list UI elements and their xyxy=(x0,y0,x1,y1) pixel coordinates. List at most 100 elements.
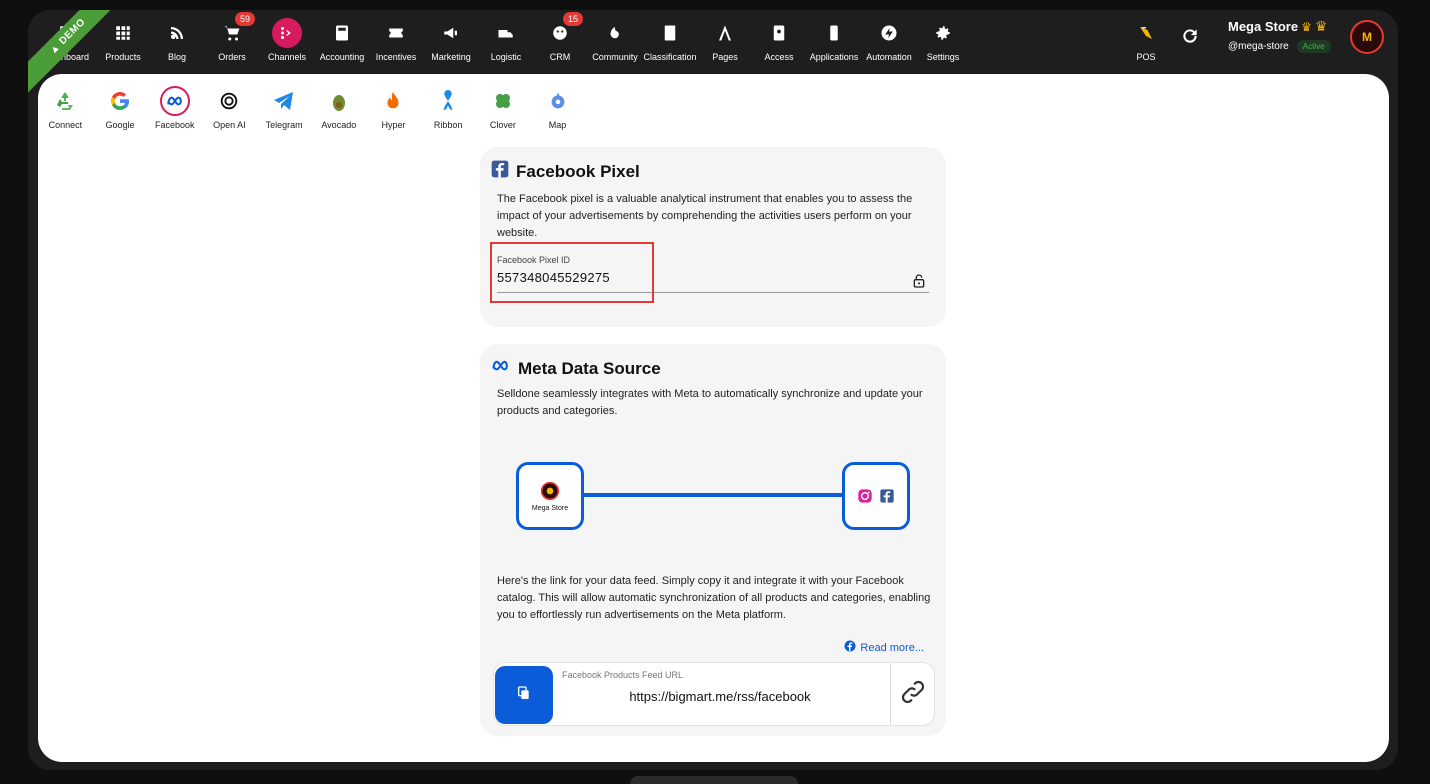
nav-label: Products xyxy=(105,52,141,62)
pixel-title-text: Facebook Pixel xyxy=(516,161,640,181)
avocado-icon xyxy=(324,86,354,116)
gear-icon xyxy=(928,18,958,48)
meta-title-text: Meta Data Source xyxy=(518,358,661,378)
channels-subnav: Connect Google Facebook Open AI Telegram… xyxy=(38,86,585,140)
crown-icon: ♛ xyxy=(1314,18,1328,34)
avatar[interactable]: M xyxy=(1350,20,1384,54)
main-content: Connect Google Facebook Open AI Telegram… xyxy=(38,74,1389,762)
nav-label: Applications xyxy=(809,52,859,62)
nav-access[interactable]: Access xyxy=(748,18,810,62)
feed-url-field[interactable]: Facebook Products Feed URL https://bigma… xyxy=(493,662,935,726)
nav-label: Marketing xyxy=(431,52,471,62)
pixel-id-field[interactable]: Facebook Pixel ID 557348045529275 xyxy=(497,255,929,293)
nav-pos[interactable]: POS xyxy=(1115,18,1177,62)
read-more-link[interactable]: Read more... xyxy=(844,640,924,655)
instagram-icon xyxy=(858,489,872,503)
meta-node xyxy=(842,462,910,530)
truck-icon xyxy=(491,18,521,48)
bottom-hint xyxy=(630,776,798,784)
nav-label: Pages xyxy=(712,52,738,62)
calculator-icon xyxy=(327,18,357,48)
pixel-id-value[interactable]: 557348045529275 xyxy=(497,270,929,285)
facebook-square-icon xyxy=(490,159,510,184)
megaphone-icon xyxy=(436,18,466,48)
store-info[interactable]: Mega Store ♛ ♛ @mega-store Active xyxy=(1228,18,1331,53)
channels-icon xyxy=(272,18,302,48)
feed-url-value[interactable]: https://bigmart.me/rss/facebook xyxy=(562,689,878,704)
subnav-connect[interactable]: Connect xyxy=(38,86,93,140)
telegram-icon xyxy=(269,86,299,116)
sync-connector xyxy=(582,493,844,497)
copy-button[interactable] xyxy=(495,666,553,724)
nav-channels[interactable]: Channels xyxy=(256,18,318,62)
meta-description: Selldone seamlessly integrates with Meta… xyxy=(497,388,923,417)
refresh-icon[interactable] xyxy=(1180,26,1200,46)
copy-icon xyxy=(516,685,532,706)
nav-pages[interactable]: Pages xyxy=(694,18,756,62)
nav-applications[interactable]: Applications xyxy=(803,18,865,62)
map-pin-icon xyxy=(543,86,573,116)
nav-incentives[interactable]: Incentives xyxy=(365,18,427,62)
nav-community[interactable]: Community xyxy=(584,18,646,62)
subnav-facebook[interactable]: Facebook xyxy=(147,86,202,140)
subnav-label: Telegram xyxy=(265,120,303,130)
clover-icon xyxy=(488,86,518,116)
facebook-pixel-card: Facebook Pixel The Facebook pixel is a v… xyxy=(480,147,946,327)
crown-icon: ♛ xyxy=(1301,19,1312,34)
recycle-icon xyxy=(50,86,80,116)
lock-open-icon[interactable] xyxy=(911,273,927,289)
subnav-clover[interactable]: Clover xyxy=(476,86,531,140)
subnav-label: Ribbon xyxy=(433,120,463,130)
nav-automation[interactable]: Automation xyxy=(858,18,920,62)
orders-badge: 59 xyxy=(235,12,256,26)
google-icon xyxy=(105,86,135,116)
subnav-avocado[interactable]: Avocado xyxy=(311,86,366,140)
nav-classification[interactable]: Classification xyxy=(639,18,701,62)
open-link-button[interactable] xyxy=(890,663,934,725)
store-name: Mega Store xyxy=(1228,19,1299,34)
access-icon xyxy=(764,18,794,48)
pages-icon xyxy=(710,18,740,48)
facebook-square-icon xyxy=(880,489,894,503)
meta-data-source-card: Meta Data Source Selldone seamlessly int… xyxy=(480,344,946,736)
nav-label: CRM xyxy=(549,52,571,62)
nav-logistic[interactable]: Logistic xyxy=(475,18,537,62)
nav-label: Logistic xyxy=(490,52,522,62)
community-icon xyxy=(600,18,630,48)
sync-diagram: Mega Store xyxy=(516,462,910,532)
blog-icon xyxy=(162,18,192,48)
nav-settings[interactable]: Settings xyxy=(912,18,974,62)
subnav-label: Clover xyxy=(489,120,516,130)
subnav-openai[interactable]: Open AI xyxy=(202,86,257,140)
store-node-label: Mega Store xyxy=(531,504,569,512)
nav-label: Access xyxy=(764,52,794,62)
subnav-telegram[interactable]: Telegram xyxy=(257,86,312,140)
status-badge: Active xyxy=(1296,40,1331,53)
subnav-label: Hyper xyxy=(381,120,406,130)
phone-icon xyxy=(819,18,849,48)
openai-icon xyxy=(214,86,244,116)
nav-marketing[interactable]: Marketing xyxy=(420,18,482,62)
crm-badge: 15 xyxy=(563,12,584,26)
ribbon-icon xyxy=(433,86,463,116)
link-icon xyxy=(900,679,926,710)
nav-blog[interactable]: Blog xyxy=(146,18,208,62)
nav-crm[interactable]: 15 CRM xyxy=(529,12,591,62)
nav-label: Incentives xyxy=(375,52,417,62)
pixel-card-title: Facebook Pixel xyxy=(490,159,640,184)
crm-icon: 15 xyxy=(545,12,584,48)
book-icon xyxy=(655,18,685,48)
nav-label: Classification xyxy=(643,52,697,62)
app-window: ▲ DEMO Dashboard Products Blog 59 Orders… xyxy=(28,10,1398,770)
nav-products[interactable]: Products xyxy=(92,18,154,62)
cart-icon: 59 xyxy=(217,12,256,48)
nav-orders[interactable]: 59 Orders xyxy=(201,12,263,62)
subnav-map[interactable]: Map xyxy=(530,86,585,140)
subnav-ribbon[interactable]: Ribbon xyxy=(421,86,476,140)
subnav-hyper[interactable]: Hyper xyxy=(366,86,421,140)
grid-icon xyxy=(108,18,138,48)
nav-accounting[interactable]: Accounting xyxy=(311,18,373,62)
nav-label: Settings xyxy=(926,52,960,62)
subnav-google[interactable]: Google xyxy=(93,86,148,140)
nav-label: Accounting xyxy=(319,52,365,62)
